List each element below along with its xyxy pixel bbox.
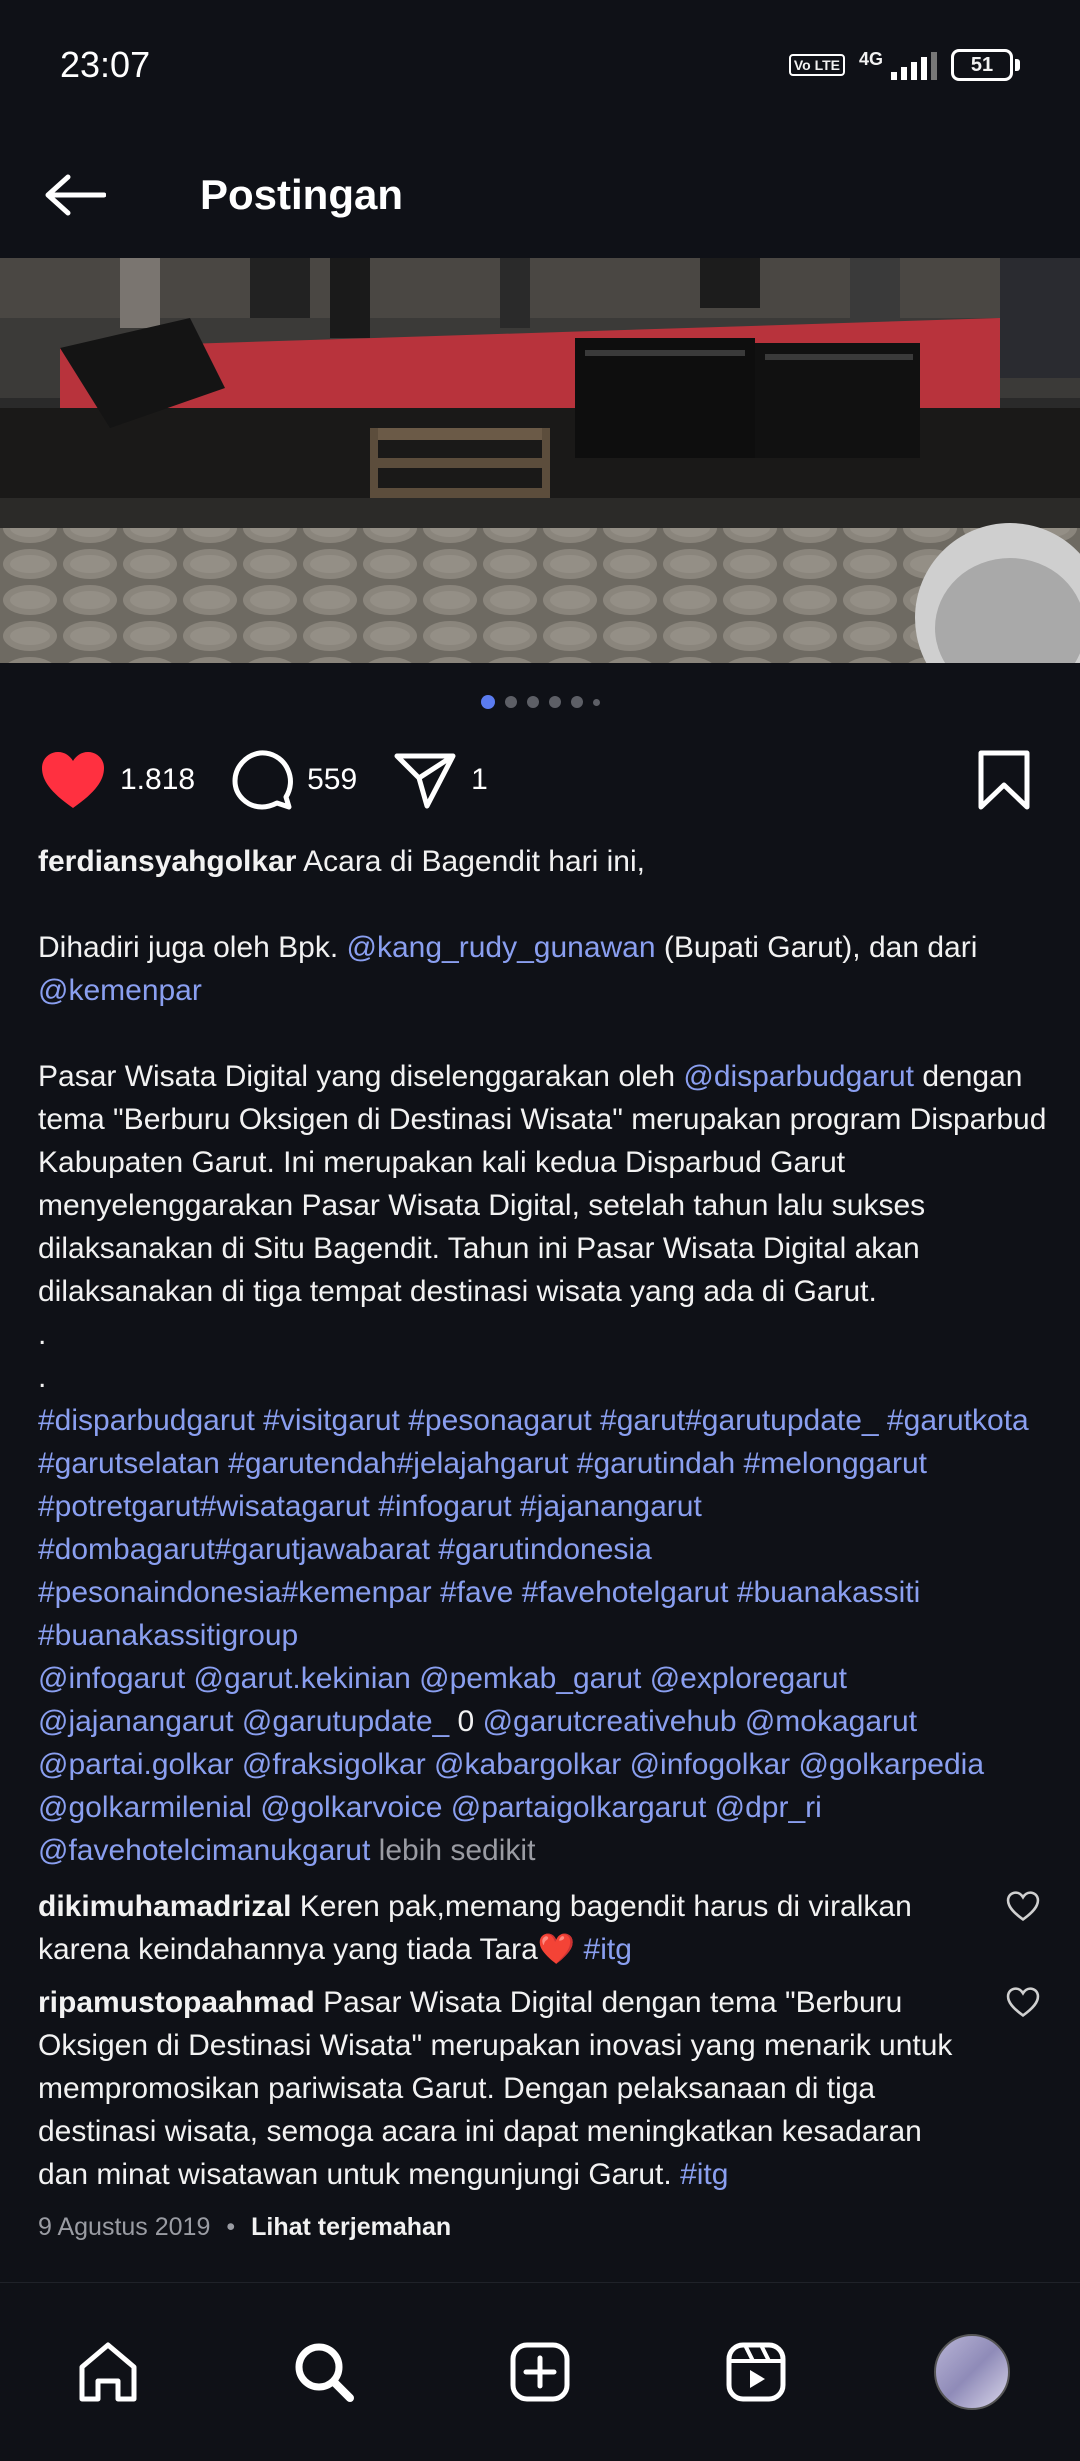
carousel-dot — [526, 696, 539, 708]
avatar[interactable] — [934, 2334, 1010, 2410]
reels-icon[interactable] — [716, 2332, 796, 2412]
comment-icon — [232, 750, 294, 810]
profile-avatar[interactable] — [932, 2332, 1012, 2412]
comment-like-heart-icon[interactable] — [1006, 1890, 1040, 1927]
signal-icon — [891, 50, 937, 80]
carousel-dot — [570, 696, 583, 708]
status-icons: Vo LTE 4G 51 — [788, 49, 1020, 81]
share-count[interactable]: 1 — [471, 763, 488, 797]
caption-text: (Bupati Garut), dan dari — [663, 931, 978, 964]
volte-icon: Vo LTE — [788, 54, 845, 76]
share-button[interactable]: 1 — [393, 750, 488, 810]
heart-filled-icon — [42, 752, 104, 808]
search-icon[interactable] — [284, 2332, 364, 2412]
caption-dot: . — [38, 1361, 47, 1394]
post-image[interactable] — [0, 258, 1080, 663]
carousel-dot — [480, 695, 495, 709]
bottom-navigation — [0, 2282, 1080, 2461]
mention-link[interactable]: @kang_rudy_gunawan — [347, 931, 656, 964]
battery-icon: 51 — [951, 49, 1020, 81]
post-actions: 1.818 559 1 — [40, 740, 1040, 820]
mention-link[interactable]: @disparbudgarut — [683, 1060, 914, 1093]
caption-text: Dihadiri juga oleh Bpk. — [38, 931, 339, 964]
app-header: Postingan — [0, 130, 1080, 260]
carousel-dot — [548, 696, 561, 708]
back-arrow-icon[interactable] — [44, 170, 106, 220]
caption-text: Pasar Wisata Digital yang diselenggaraka… — [38, 1060, 676, 1093]
comment-count[interactable]: 559 — [307, 763, 357, 797]
comment-username[interactable]: dikimuhamadrizal — [38, 1890, 291, 1923]
caption-text: dengan tema "Berburu Oksigen di Destinas… — [38, 1060, 1047, 1308]
share-icon — [394, 753, 456, 809]
carousel-dot — [592, 698, 600, 706]
like-button[interactable]: 1.818 — [40, 750, 195, 810]
show-less-link[interactable]: lebih sedikit — [379, 1834, 536, 1867]
like-count[interactable]: 1.818 — [120, 763, 195, 797]
comment-item: ripamustopaahmad Pasar Wisata Digital de… — [38, 1981, 978, 2196]
post-meta: 9 Agustus 2019 • Lihat terjemahan — [38, 2213, 451, 2242]
comment-button[interactable]: 559 — [231, 749, 357, 811]
mention-link[interactable]: @kemenpar — [38, 974, 202, 1007]
caption-dot: . — [38, 1318, 47, 1351]
caption-line: Acara di Bagendit hari ini, — [303, 845, 645, 878]
caption-username[interactable]: ferdiansyahgolkar — [38, 845, 296, 878]
hashtag-list[interactable]: #disparbudgarut #visitgarut #pesonagarut… — [38, 1399, 1048, 1657]
comment-item: dikimuhamadrizal Keren pak,memang bagend… — [38, 1885, 978, 1971]
network-type: 4G — [858, 49, 883, 69]
carousel-indicator — [0, 695, 1080, 709]
heart-emoji: ❤️ — [537, 1933, 576, 1966]
battery-level: 51 — [970, 53, 994, 76]
translate-link[interactable]: Lihat terjemahan — [251, 2213, 451, 2242]
post-caption: ferdiansyahgolkar Acara di Bagendit hari… — [38, 840, 1048, 1872]
post-date: 9 Agustus 2019 — [38, 2213, 211, 2241]
comment-like-heart-icon[interactable] — [1006, 1986, 1040, 2023]
carousel-dot — [504, 696, 517, 708]
mention-zero: 0 — [457, 1705, 475, 1738]
bookmark-icon[interactable] — [978, 750, 1030, 815]
hashtag-link[interactable]: #itg — [680, 2158, 728, 2191]
home-icon[interactable] — [68, 2332, 148, 2412]
meta-separator: • — [226, 2213, 236, 2241]
comment-username[interactable]: ripamustopaahmad — [38, 1986, 315, 2019]
create-post-icon[interactable] — [500, 2332, 580, 2412]
status-bar: 23:07 Vo LTE 4G 51 — [0, 0, 1080, 130]
status-time: 23:07 — [60, 44, 151, 85]
page-title: Postingan — [200, 171, 404, 218]
hashtag-link[interactable]: #itg — [584, 1933, 632, 1966]
